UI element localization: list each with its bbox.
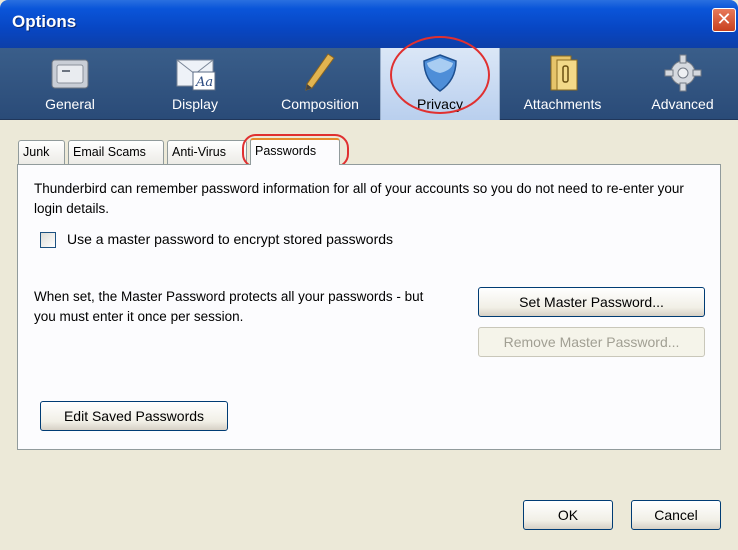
privacy-highlight-ring [390, 36, 490, 114]
pane-general[interactable]: General [20, 48, 120, 120]
pane-general-label: General [45, 96, 95, 112]
ok-button[interactable]: OK [523, 500, 613, 530]
tab-anti-virus[interactable]: Anti-Virus [167, 140, 247, 164]
pane-advanced-label: Advanced [651, 96, 714, 112]
options-pane-toolbar: General Aa Display Composition Privacy A [0, 36, 738, 120]
tab-email-scams[interactable]: Email Scams [68, 140, 164, 164]
master-password-explanation: When set, the Master Password protects a… [34, 289, 424, 324]
set-master-password-button[interactable]: Set Master Password... [478, 287, 705, 317]
title-bar: Options ✕ [0, 0, 738, 48]
master-password-checkbox[interactable] [40, 232, 56, 248]
tab-passwords[interactable]: Passwords [250, 138, 340, 165]
close-button[interactable]: ✕ [712, 8, 736, 32]
pane-display[interactable]: Aa Display [150, 48, 240, 120]
tab-junk[interactable]: Junk [18, 140, 65, 164]
general-icon [51, 59, 89, 89]
pane-attachments[interactable]: Attachments [505, 48, 620, 120]
cancel-button[interactable]: Cancel [631, 500, 721, 530]
pane-display-label: Display [172, 96, 218, 112]
pane-composition[interactable]: Composition [265, 48, 375, 120]
passwords-panel: Thunderbird can remember password inform… [17, 164, 721, 450]
master-password-checkbox-label: Use a master password to encrypt stored … [67, 231, 394, 247]
attachments-icon [550, 55, 577, 91]
advanced-gear-icon [664, 54, 701, 92]
pane-advanced[interactable]: Advanced [630, 48, 735, 120]
window-title: Options [12, 12, 77, 31]
close-icon: ✕ [716, 9, 732, 30]
privacy-pane-content: Junk Email Scams Anti-Virus Passwords Th… [6, 120, 732, 544]
display-icon: Aa [176, 59, 216, 91]
svg-text:Aa: Aa [195, 75, 213, 90]
edit-saved-passwords-button[interactable]: Edit Saved Passwords [40, 401, 228, 431]
composition-icon [305, 53, 335, 91]
passwords-description: Thunderbird can remember password inform… [34, 181, 684, 216]
remove-master-password-button[interactable]: Remove Master Password... [478, 327, 705, 357]
pane-composition-label: Composition [281, 96, 359, 112]
pane-attachments-label: Attachments [523, 96, 602, 112]
